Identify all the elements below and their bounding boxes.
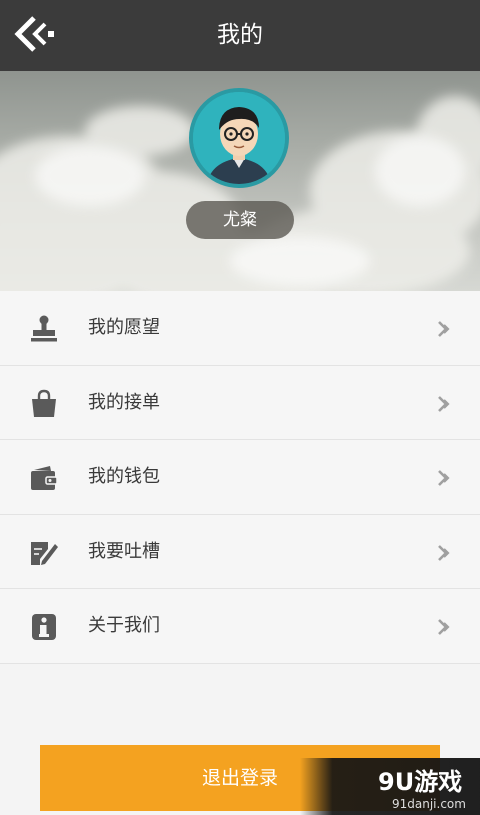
menu-item-wallet[interactable]: 我的钱包 [0, 440, 480, 515]
edit-note-icon [31, 541, 58, 565]
profile-header: 尤粲 [0, 71, 480, 291]
stamp-icon [31, 315, 57, 342]
chevron-right-icon [438, 619, 450, 635]
info-icon [32, 614, 56, 640]
menu-item-feedback[interactable]: 我要吐槽 [0, 515, 480, 589]
menu-item-label: 我的接单 [88, 391, 160, 413]
menu-item-wishes[interactable]: 我的愿望 [0, 291, 480, 366]
watermark-brand: 9U游戏 [378, 768, 462, 796]
username-label[interactable]: 尤粲 [186, 201, 294, 239]
chevron-right-icon [438, 321, 450, 337]
chevron-right-icon [438, 470, 450, 486]
menu-item-orders[interactable]: 我的接单 [0, 366, 480, 440]
avatar-cartoon-icon [193, 92, 285, 184]
menu-item-label: 我的钱包 [88, 466, 160, 487]
shopping-bag-icon [32, 389, 56, 417]
watermark-url: 91danji.com [392, 797, 466, 811]
menu-item-label: 我的愿望 [88, 317, 160, 338]
page-title: 我的 [217, 22, 263, 48]
menu-item-about[interactable]: 关于我们 [0, 589, 480, 664]
wallet-icon [31, 466, 58, 490]
watermark-logo: 9U游戏 91danji.com [300, 758, 480, 815]
menu-item-label: 我要吐槽 [88, 540, 160, 562]
avatar[interactable] [189, 88, 289, 188]
top-bar: 我的 [0, 0, 480, 71]
chevron-right-icon [438, 544, 450, 561]
menu-list: 我的愿望 我的接单 我的钱包 我要吐槽 关于我们 [0, 291, 480, 664]
chevron-right-icon [438, 395, 450, 412]
menu-item-label: 关于我们 [88, 615, 160, 636]
